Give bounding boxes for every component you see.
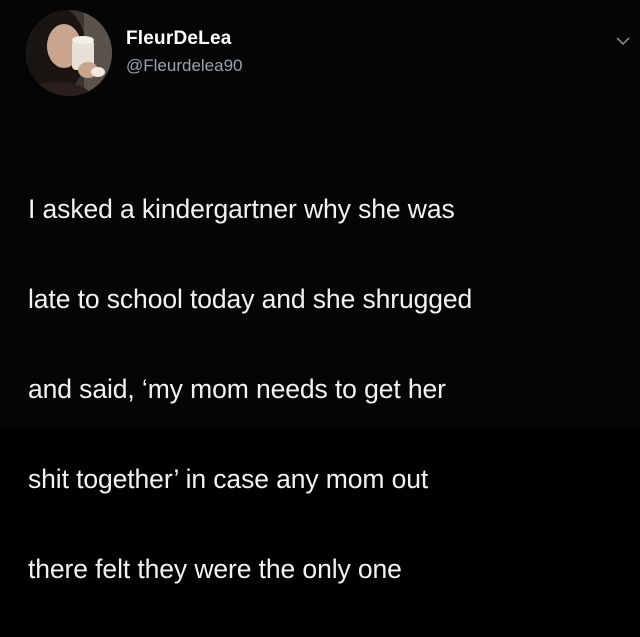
tweet-card: FleurDeLea @Fleurdelea90 I asked a kinde…	[0, 0, 640, 584]
avatar[interactable]	[26, 10, 112, 96]
author-handle[interactable]: @Fleurdelea90	[126, 56, 243, 76]
author-display-name[interactable]: FleurDeLea	[126, 28, 231, 50]
profile-photo-icon	[26, 10, 112, 96]
tweet-text: I asked a kindergartner why she was late…	[28, 142, 628, 637]
tweet-text-line: shit together’ in case any mom out	[28, 464, 429, 494]
tweet-text-line: there felt they were the only one	[28, 554, 402, 584]
tweet-text-line: and said, ‘my mom needs to get her	[28, 374, 446, 404]
chevron-down-icon[interactable]	[616, 36, 630, 46]
tweet-text-line: late to school today and she shrugged	[28, 284, 473, 314]
tweet-text-line: I asked a kindergartner why she was	[28, 194, 455, 224]
